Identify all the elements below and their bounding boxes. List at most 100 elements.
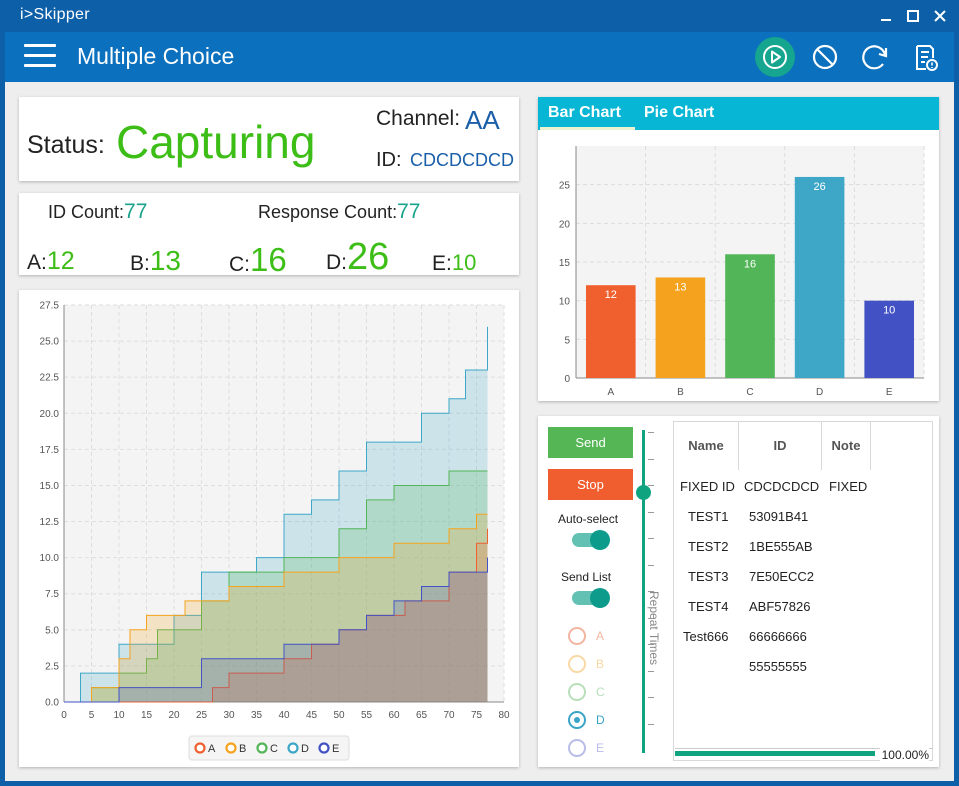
x-tick-label: 35 (251, 710, 263, 721)
minimize-icon[interactable] (876, 6, 896, 26)
legend-marker-a (194, 742, 206, 754)
tab-bar-chart[interactable]: Bar Chart (548, 104, 621, 122)
slider-tick (648, 565, 654, 566)
y-tick-label: 10.0 (40, 553, 60, 564)
refresh-icon (862, 45, 888, 70)
y-tick-label: 5 (564, 335, 570, 346)
count-a-value: 12 (46, 247, 75, 275)
app-header: Multiple Choice (5, 32, 954, 82)
radio-unchecked-icon (568, 627, 586, 645)
id-count-value: 77 (124, 200, 148, 223)
table-cell: TEST1 (688, 509, 729, 524)
bar-chart-card: Bar Chart Pie Chart 0 5 10 15 20 25 12 A 13 B 16 C 2… (538, 97, 939, 401)
menu-icon[interactable] (24, 44, 56, 68)
slider-tick (648, 538, 654, 539)
response-count: Response Count:77 (258, 200, 420, 224)
x-tick-label: 50 (333, 710, 345, 721)
table-cell: FIXED (829, 479, 868, 494)
chart-legend: A B C D E (188, 735, 350, 761)
column-header-name[interactable]: Name (674, 422, 738, 470)
channel-value: AA (465, 105, 500, 135)
table-cell: Test666 (683, 629, 729, 644)
option-radio-c[interactable]: C (568, 682, 648, 702)
option-radio-d[interactable]: D (568, 710, 648, 730)
table-cell: TEST2 (688, 539, 729, 554)
x-tick-label: 75 (471, 710, 483, 721)
x-tick-label: A (607, 387, 614, 398)
option-label: E (596, 741, 605, 755)
app-title: i>Skipper (20, 6, 90, 23)
count-d-label: D: (326, 251, 347, 274)
play-circle-icon (755, 37, 795, 77)
count-b: B:13 (130, 245, 181, 277)
table-cell: 66666666 (749, 629, 807, 644)
count-e-label: E: (432, 252, 452, 275)
bar-value-label: 12 (605, 289, 617, 301)
repeat-times-label: Repeat Times (647, 591, 661, 666)
send-panel: Send Stop Auto-select Send List ABCDE Re… (538, 416, 939, 767)
y-tick-label: 12.5 (40, 517, 60, 528)
x-tick-label: 65 (416, 710, 428, 721)
title-bar: i>Skipper (0, 0, 959, 32)
count-d-value: 26 (347, 236, 390, 278)
repeat-times-slider-handle[interactable] (636, 485, 651, 500)
refresh-button[interactable] (855, 37, 895, 77)
y-tick-label: 2.5 (45, 661, 59, 672)
send-list-toggle[interactable] (570, 587, 610, 609)
bar-value-label: 13 (674, 281, 686, 293)
auto-select-toggle[interactable] (570, 529, 610, 551)
report-button[interactable] (905, 37, 945, 77)
y-tick-label: 22.5 (40, 373, 60, 384)
x-tick-label: 40 (278, 710, 290, 721)
option-radio-b[interactable]: B (568, 654, 648, 674)
column-header-note[interactable]: Note (822, 422, 870, 470)
stop-capture-button[interactable] (805, 37, 845, 77)
option-label: A (596, 629, 605, 643)
response-history-chart: 0.0 2.5 5.0 7.5 10.0 12.5 15.0 17.5 20.0 22.5 25.0… (40, 301, 510, 761)
id-value: CDCDCDCD (410, 150, 514, 170)
bar-d (794, 176, 845, 378)
count-c-value: 16 (250, 241, 287, 278)
repeat-times-slider-track[interactable] (642, 430, 645, 753)
table-cell: FIXED ID (680, 479, 735, 494)
page-title: Multiple Choice (77, 43, 235, 69)
table-cell: TEST4 (688, 599, 729, 614)
bar-chart: 0 5 10 15 20 25 12 A 13 B 16 C 26 D 10 E (559, 146, 925, 398)
table-cell: CDCDCDCD (744, 479, 820, 494)
maximize-icon[interactable] (903, 6, 923, 26)
y-tick-label: 0.0 (45, 698, 59, 709)
status-value: Capturing (116, 116, 316, 168)
y-tick-label: 20.0 (40, 409, 60, 420)
x-tick-label: 0 (61, 710, 67, 721)
stop-button[interactable]: Stop (548, 469, 633, 500)
area-chart-card: 0.0 2.5 5.0 7.5 10.0 12.5 15.0 17.5 20.0 22.5 25.0… (19, 290, 519, 767)
x-tick-label: 45 (306, 710, 318, 721)
x-tick-label: 10 (113, 710, 125, 721)
column-header-id[interactable]: ID (739, 422, 821, 470)
option-radio-e[interactable]: E (568, 738, 648, 758)
auto-select-label: Auto-select (558, 512, 619, 526)
count-b-label: B: (130, 252, 150, 275)
tab-pie-chart[interactable]: Pie Chart (644, 104, 714, 122)
id-count-label: ID Count: (48, 202, 125, 222)
close-icon[interactable] (930, 6, 950, 26)
count-e-value: 10 (451, 250, 477, 275)
table-cell: 55555555 (749, 659, 807, 674)
progress-label: 100.00% (879, 748, 929, 762)
count-card: ID Count:77 Response Count:77 A:12 B:13 … (19, 193, 519, 278)
count-c: C:16 (229, 241, 287, 279)
content-area: Status: Capturing Channel: AA ID: CDCDCD… (5, 82, 954, 781)
option-label: D (596, 713, 605, 727)
start-capture-button[interactable] (755, 37, 795, 77)
x-tick-label: 80 (498, 710, 510, 721)
bar-value-label: 10 (883, 305, 895, 317)
option-radio-a[interactable]: A (568, 626, 648, 646)
table-cell: 7E50ECC2 (749, 569, 815, 584)
slider-tick (648, 512, 654, 513)
bar-value-label: 16 (744, 258, 756, 270)
send-button[interactable]: Send (548, 427, 633, 458)
x-tick-label: C (746, 387, 753, 398)
legend-marker-e (318, 742, 330, 754)
y-tick-label: 7.5 (45, 589, 59, 600)
y-tick-label: 17.5 (40, 445, 60, 456)
